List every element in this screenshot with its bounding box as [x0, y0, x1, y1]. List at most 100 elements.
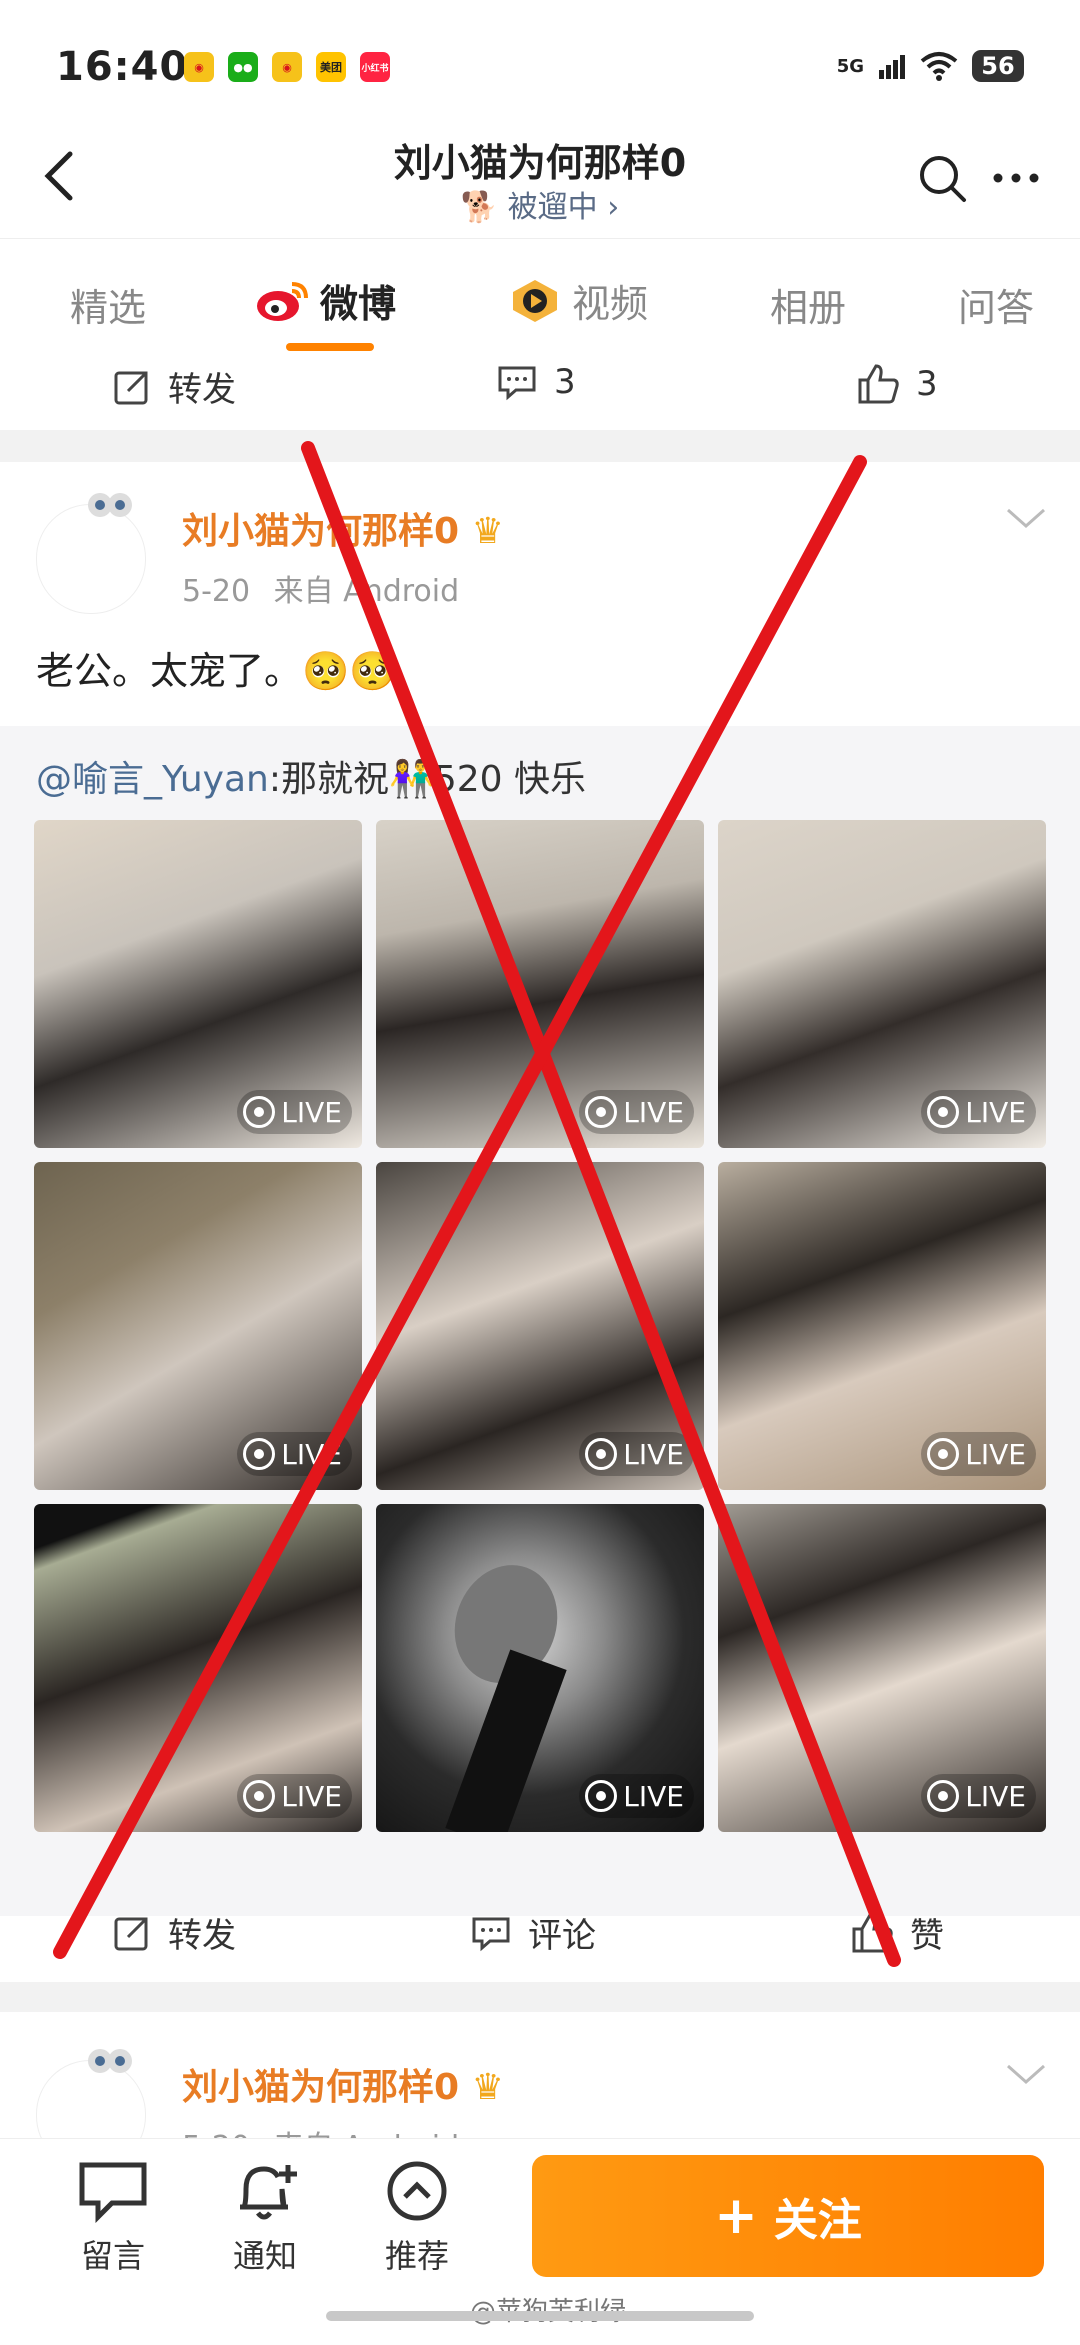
cat-ears-decoration-icon: [88, 2049, 132, 2073]
meituan-icon: 美团: [316, 52, 346, 82]
comment-icon: [472, 1917, 510, 1951]
avatar[interactable]: [36, 493, 146, 614]
photo-grid: LIVE LIVE LIVE LIVE LIVE LIVE LIVE LIVE …: [34, 820, 1046, 1832]
tab-featured[interactable]: 精选: [70, 277, 146, 332]
status-bar: 16:40 ◉ ●● ◉ 美团 小红书 5G 56: [0, 0, 1080, 120]
post-source: 来自 Android: [273, 574, 460, 609]
tab-weibo-label: 微博: [320, 282, 397, 326]
active-tab-indicator: [286, 343, 374, 351]
live-badge: LIVE: [921, 1432, 1036, 1476]
photo-thumbnail[interactable]: LIVE: [718, 820, 1046, 1148]
photo-thumbnail[interactable]: LIVE: [376, 820, 704, 1148]
live-label: LIVE: [965, 1437, 1026, 1471]
photo-thumbnail[interactable]: LIVE: [718, 1504, 1046, 1832]
post-date: 5-20: [182, 574, 251, 609]
chevron-down-icon[interactable]: [1004, 2058, 1048, 2088]
repost-button[interactable]: 转发: [112, 362, 236, 411]
chevron-right-icon: ›: [607, 190, 620, 225]
live-photo-icon: [243, 1438, 276, 1470]
post-text-content: 老公。太宠了。: [36, 649, 303, 693]
live-label: LIVE: [281, 1437, 342, 1471]
post-text: 老公。太宠了。🥺🥺: [36, 640, 397, 695]
live-label: LIVE: [281, 1779, 342, 1813]
notification-icons: ◉ ●● ◉ 美团 小红书: [184, 52, 390, 82]
notify-label: 通知: [232, 2237, 297, 2275]
up-arrow-circle-icon: [387, 2161, 447, 2221]
plus-icon: +: [714, 2186, 758, 2246]
live-photo-icon: [243, 1780, 276, 1812]
live-label: LIVE: [965, 1779, 1026, 1813]
message-label: 留言: [80, 2237, 145, 2275]
live-photo-icon: [927, 1096, 960, 1128]
like-button[interactable]: 赞: [850, 1908, 944, 1957]
follow-button[interactable]: + 关注: [532, 2155, 1044, 2277]
message-button[interactable]: 留言: [58, 2159, 168, 2277]
thumbs-up-icon: [858, 364, 899, 404]
comment-icon: [498, 366, 536, 401]
recommend-button[interactable]: 推荐: [362, 2159, 472, 2277]
photo-thumbnail[interactable]: LIVE: [376, 1504, 704, 1832]
live-photo-icon: [585, 1780, 618, 1812]
reposted-content[interactable]: @喻言_Yuyan:那就祝👫520 快乐 LIVE LIVE LIVE LIVE…: [0, 726, 1080, 1916]
photo-thumbnail[interactable]: LIVE: [376, 1162, 704, 1490]
bell-plus-icon: [240, 2165, 297, 2220]
live-label: LIVE: [623, 1437, 684, 1471]
network-label: 5G: [836, 55, 864, 77]
bottom-bar: 留言 通知 推荐 + 关注 @苹狗芙利绿: [0, 2138, 1080, 2345]
home-indicator[interactable]: [326, 2311, 754, 2321]
live-badge: LIVE: [921, 1774, 1036, 1818]
like-count: 3: [916, 364, 938, 404]
tab-video[interactable]: 视频: [510, 273, 648, 328]
tab-weibo[interactable]: 微博: [254, 273, 396, 328]
author-name[interactable]: 刘小猫为何那样0 ♛: [182, 502, 504, 554]
vip-crown-icon: ♛: [471, 2067, 504, 2108]
more-icon[interactable]: [986, 150, 1046, 206]
thumbs-up-icon: [852, 1912, 893, 1952]
live-photo-icon: [585, 1438, 618, 1470]
post-actions: 转发 评论 赞: [0, 1888, 1080, 1978]
dog-icon: 🐕: [460, 190, 499, 225]
weibo-icon: ◉: [272, 52, 302, 82]
repost-icon: [114, 1917, 148, 1950]
live-label: LIVE: [965, 1095, 1026, 1129]
live-badge: LIVE: [579, 1774, 694, 1818]
repost-text: @喻言_Yuyan:那就祝👫520 快乐: [36, 750, 586, 802]
xiaohongshu-icon: 小红书: [360, 52, 390, 82]
video-play-icon: [513, 279, 557, 322]
comment-button[interactable]: 3: [496, 362, 576, 402]
notify-button[interactable]: 通知: [210, 2159, 320, 2277]
comment-label: 评论: [528, 1916, 596, 1956]
previous-post-actions: 转发 3 3: [0, 358, 1080, 430]
system-status: 5G 56: [837, 50, 1024, 82]
live-badge: LIVE: [921, 1090, 1036, 1134]
pleading-emoji: 🥺🥺: [302, 649, 397, 693]
wifi-icon: [920, 52, 958, 81]
photo-thumbnail[interactable]: LIVE: [34, 820, 362, 1148]
search-icon[interactable]: [914, 150, 970, 206]
author-name-text: 刘小猫为何那样0: [182, 2067, 460, 2108]
live-badge: LIVE: [237, 1432, 352, 1476]
clock: 16:40: [56, 44, 189, 90]
mention-link[interactable]: @喻言_Yuyan: [36, 759, 269, 800]
weibo-logo-icon: [257, 281, 308, 321]
subtitle-text: 被遛中: [507, 190, 598, 225]
photo-thumbnail[interactable]: LIVE: [718, 1162, 1046, 1490]
photo-thumbnail[interactable]: LIVE: [34, 1162, 362, 1490]
watermark: @苹狗芙利绿: [470, 2291, 626, 2328]
tab-qa[interactable]: 问答: [958, 277, 1034, 332]
comment-count: 3: [554, 362, 576, 402]
like-button[interactable]: 3: [856, 362, 938, 406]
repost-label: 转发: [168, 370, 236, 410]
weibo-post: 刘小猫为何那样0 ♛ 5-20 来自 Android 老公。太宠了。🥺🥺 @喻言…: [0, 462, 1080, 1982]
battery-indicator: 56: [972, 50, 1024, 82]
chevron-down-icon[interactable]: [1004, 502, 1048, 532]
weibo-icon: ◉: [184, 52, 214, 82]
tab-album[interactable]: 相册: [770, 277, 846, 332]
author-name[interactable]: 刘小猫为何那样0 ♛: [182, 2058, 504, 2110]
live-label: LIVE: [623, 1779, 684, 1813]
repost-button[interactable]: 转发: [112, 1908, 236, 1957]
live-photo-icon: [927, 1780, 960, 1812]
live-photo-icon: [585, 1096, 618, 1128]
photo-thumbnail[interactable]: LIVE: [34, 1504, 362, 1832]
comment-button[interactable]: 评论: [470, 1908, 596, 1957]
